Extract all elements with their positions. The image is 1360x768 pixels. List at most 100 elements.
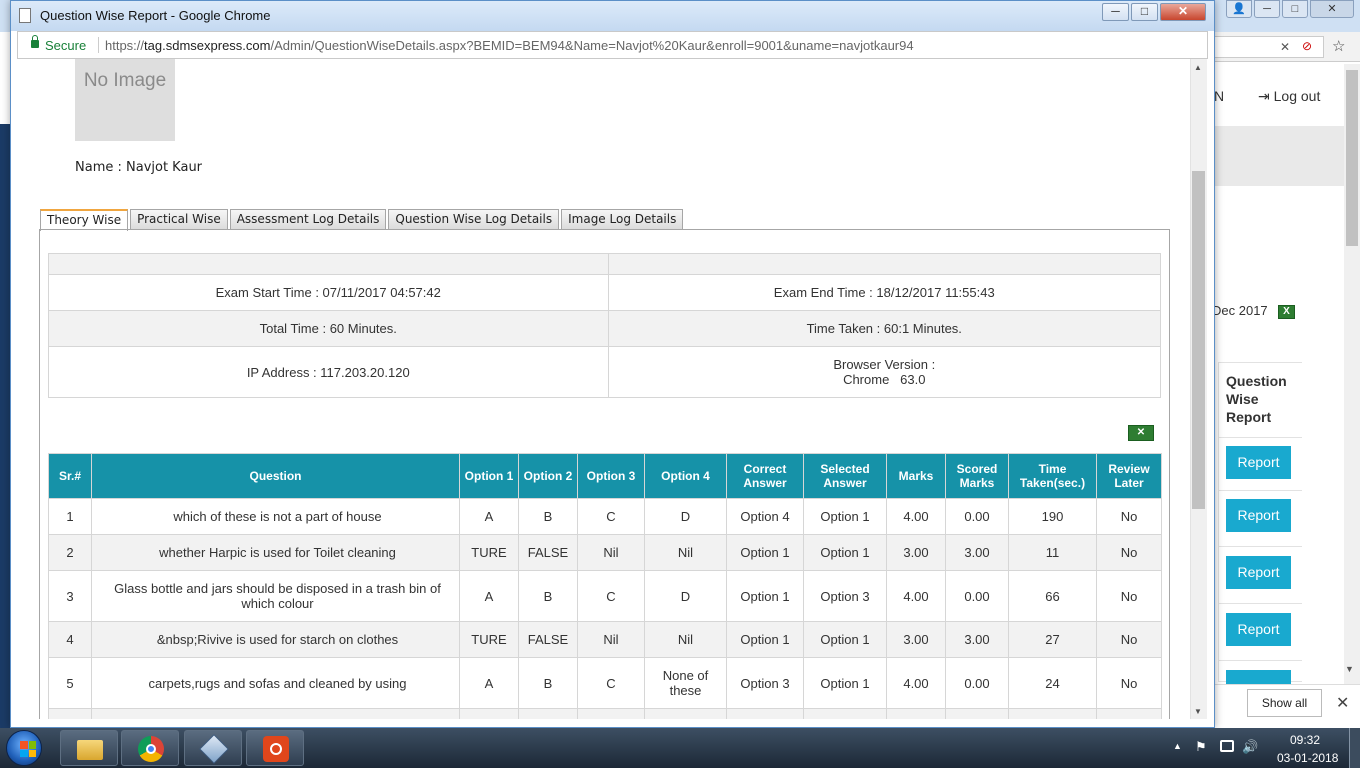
background-profile-button[interactable]: 👤 [1226, 0, 1252, 18]
url-path: /Admin/QuestionWiseDetails.aspx?BEMID=BE… [270, 38, 914, 53]
page-icon [19, 8, 31, 23]
scroll-up-arrow[interactable]: ▲ [1194, 63, 1202, 72]
background-row-divider [1218, 660, 1302, 661]
volume-icon[interactable]: 🔊 [1242, 739, 1258, 755]
taskbar-explorer-button[interactable] [60, 730, 118, 766]
cube-icon [199, 734, 229, 764]
page-scrollbar-thumb[interactable] [1192, 171, 1205, 509]
time-taken-cell: 190 [1008, 498, 1097, 535]
selected-answer-cell: Option 1 [803, 621, 887, 658]
empty-cell [577, 708, 645, 719]
time-taken-cell: 24 [1008, 657, 1097, 709]
translate-icon[interactable]: ✕ [1280, 40, 1290, 54]
info-row: Exam Start Time : 07/11/2017 04:57:42 Ex… [48, 274, 1161, 311]
empty-cell [886, 708, 946, 719]
report-button[interactable]: Report [1226, 556, 1291, 589]
scroll-down-arrow[interactable]: ▼ [1194, 707, 1202, 716]
background-excel-icon[interactable]: X [1278, 305, 1295, 319]
minimize-button[interactable]: ─ [1102, 3, 1129, 21]
action-center-flag-icon[interactable]: ⚑ [1195, 739, 1207, 755]
address-bar[interactable]: Secure https://tag.sdmsexpress.com/Admin… [17, 31, 1208, 59]
report-button[interactable]: Report [1226, 446, 1291, 479]
url-scheme: https:// [105, 38, 145, 53]
network-icon[interactable] [1220, 740, 1234, 752]
review-later-cell: No [1096, 498, 1162, 535]
empty-cell [945, 708, 1009, 719]
header-scored-marks: Scored Marks [945, 453, 1009, 499]
logout-link[interactable]: ⇥ Log out [1258, 88, 1320, 105]
taskbar-app-button[interactable] [184, 730, 242, 766]
option-3-cell: C [577, 570, 645, 622]
option-3-cell: C [577, 657, 645, 709]
report-button[interactable]: Report [1226, 613, 1291, 646]
browser-version-label: Browser Version : [833, 357, 936, 372]
scored-marks-cell: 3.00 [945, 534, 1009, 571]
window-titlebar: Question Wise Report - Google Chrome ─ □… [11, 1, 1214, 31]
background-header-text: N [1214, 88, 1225, 104]
option-2-cell: FALSE [518, 534, 578, 571]
scored-marks-cell: 3.00 [945, 621, 1009, 658]
empty-cell [459, 708, 519, 719]
empty-cell [803, 708, 887, 719]
option-4-cell: None of these [644, 657, 727, 709]
report-button-partial[interactable] [1226, 670, 1291, 684]
header-option-3: Option 3 [577, 453, 645, 499]
background-minimize-button[interactable]: ─ [1254, 0, 1280, 18]
background-address-bar: ⊘ ✕ ☆ [1214, 32, 1360, 62]
header-marks: Marks [886, 453, 946, 499]
browser-version-value: Chrome 63.0 [843, 372, 926, 387]
tab-image-log-details[interactable]: Image Log Details [561, 209, 684, 229]
taskbar-chrome-button[interactable] [121, 730, 179, 766]
popup-window: Question Wise Report - Google Chrome ─ □… [10, 0, 1215, 728]
url-text[interactable]: https://tag.sdmsexpress.com/Admin/Questi… [105, 38, 914, 53]
header-review-later: Review Later [1096, 453, 1162, 499]
background-close-button[interactable]: ✕ [1310, 0, 1354, 18]
taskbar-recorder-button[interactable] [246, 730, 304, 766]
empty-cell [518, 708, 578, 719]
tab-practical-wise[interactable]: Practical Wise [130, 209, 228, 229]
option-3-cell: Nil [577, 534, 645, 571]
table-header-row: Sr.# Question Option 1 Option 2 Option 3… [48, 453, 1162, 499]
close-button[interactable]: ✕ [1160, 3, 1206, 21]
empty-cell [91, 708, 460, 719]
info-row: Total Time : 60 Minutes. Time Taken : 60… [48, 310, 1161, 347]
time-taken: Time Taken : 60:1 Minutes. [607, 310, 1161, 347]
background-scroll-down-arrow[interactable]: ▼ [1345, 664, 1354, 674]
clock-time[interactable]: 09:32 [1290, 733, 1320, 747]
report-button[interactable]: Report [1226, 499, 1291, 532]
show-desktop-button[interactable] [1349, 728, 1360, 768]
close-download-bar-icon[interactable]: ✕ [1336, 693, 1349, 713]
empty-cell [1008, 708, 1097, 719]
clock-date[interactable]: 03-01-2018 [1277, 751, 1338, 765]
question-wise-table: Sr.# Question Option 1 Option 2 Option 3… [48, 453, 1162, 719]
background-left-edge [0, 124, 10, 728]
background-scrollbar-thumb[interactable] [1346, 70, 1358, 246]
export-excel-icon[interactable]: ✕ [1128, 425, 1154, 441]
report-tabs: Theory Wise Practical Wise Assessment Lo… [40, 209, 684, 231]
camera-icon [263, 736, 289, 762]
background-restore-button[interactable]: □ [1282, 0, 1308, 18]
blocked-popup-icon[interactable]: ⊘ [1302, 39, 1312, 53]
background-row-divider [1218, 546, 1302, 547]
tab-question-wise-log-details[interactable]: Question Wise Log Details [388, 209, 560, 229]
bookmark-star-icon[interactable]: ☆ [1332, 37, 1345, 55]
sr-cell: 3 [48, 570, 92, 622]
show-all-downloads-button[interactable]: Show all [1247, 689, 1322, 717]
secure-label[interactable]: Secure [45, 38, 86, 53]
option-2-cell: FALSE [518, 621, 578, 658]
profile-image-placeholder: No Image [75, 59, 175, 141]
review-later-cell: No [1096, 570, 1162, 622]
table-row: 1 which of these is not a part of house A B… [48, 498, 1162, 535]
background-band [1214, 126, 1346, 186]
marks-cell: 3.00 [886, 534, 946, 571]
tab-theory-wise[interactable]: Theory Wise [40, 209, 129, 231]
selected-answer-cell: Option 1 [803, 534, 887, 571]
table-row: 5 carpets,rugs and sofas and cleaned by u… [48, 657, 1162, 709]
window-title: Question Wise Report - Google Chrome [40, 8, 271, 23]
header-time-taken: Time Taken(sec.) [1008, 453, 1097, 499]
address-divider [98, 37, 99, 53]
tab-assessment-log-details[interactable]: Assessment Log Details [229, 209, 387, 229]
maximize-button[interactable]: □ [1131, 3, 1158, 21]
start-button[interactable] [6, 730, 42, 766]
show-hidden-icons-icon[interactable]: ▲ [1173, 741, 1182, 751]
